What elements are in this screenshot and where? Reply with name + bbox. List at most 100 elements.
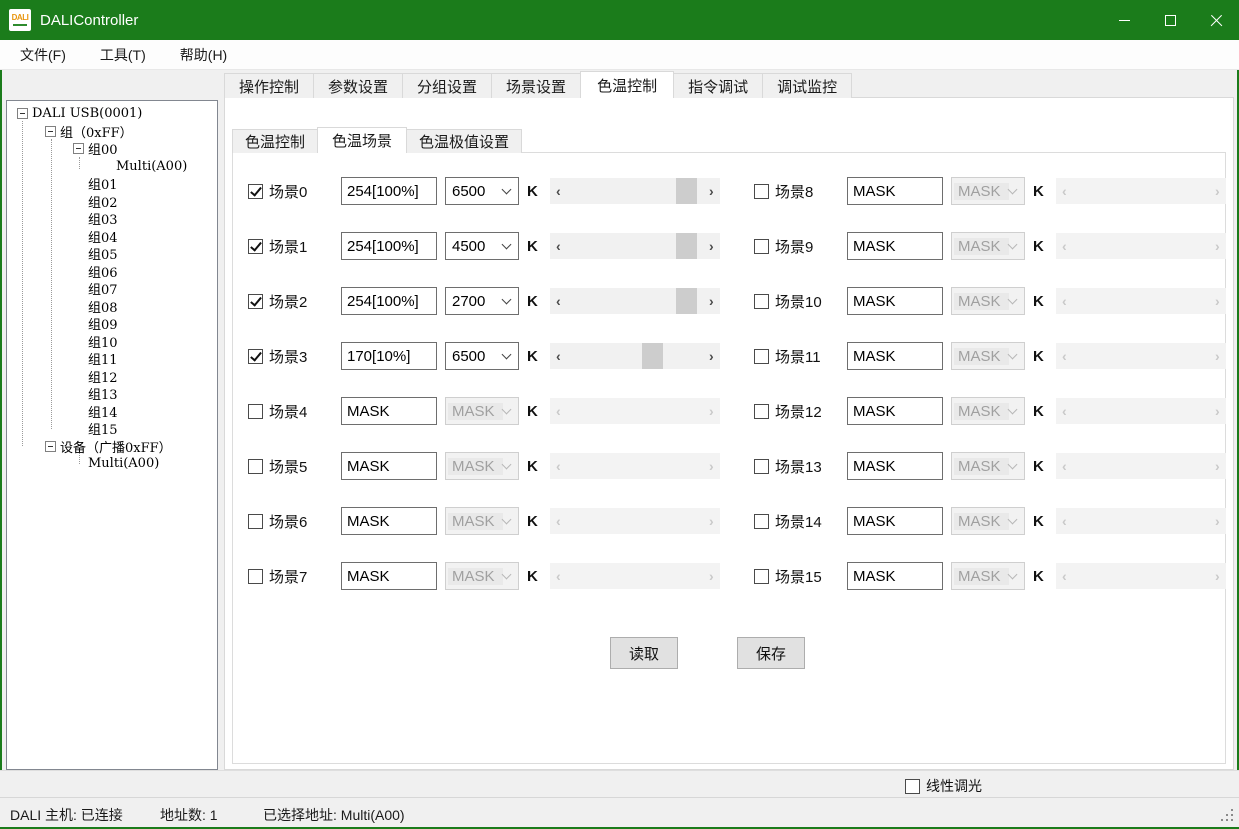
tree-item[interactable]: 设备（广播0xFF） xyxy=(7,438,217,456)
read-button[interactable]: 读取 xyxy=(610,637,678,669)
scene-value-input[interactable] xyxy=(847,232,943,260)
tree-expander-icon[interactable] xyxy=(45,441,56,452)
save-button[interactable]: 保存 xyxy=(737,637,805,669)
scene-temp-dropdown[interactable]: 6500 xyxy=(445,177,519,205)
scene-checkbox[interactable] xyxy=(248,184,263,199)
tree-item[interactable]: 组00 xyxy=(7,140,217,158)
tree-item[interactable]: 组13 xyxy=(7,385,217,403)
scene-checkbox[interactable] xyxy=(754,184,769,199)
scrollbar-right-arrow[interactable]: › xyxy=(703,178,720,204)
tree-expander-icon[interactable] xyxy=(45,126,56,137)
scene-temp-scrollbar[interactable]: ‹ › xyxy=(550,233,720,259)
tab-operation-control[interactable]: 操作控制 xyxy=(224,73,314,98)
scrollbar-left-arrow[interactable]: ‹ xyxy=(550,343,567,369)
scene-checkbox[interactable] xyxy=(248,294,263,309)
scene-value-input[interactable] xyxy=(847,342,943,370)
scene-value-input[interactable] xyxy=(847,452,943,480)
tree-expander-icon[interactable] xyxy=(73,143,84,154)
maximize-button[interactable] xyxy=(1147,0,1193,40)
scene-checkbox[interactable] xyxy=(248,239,263,254)
scene-value-input[interactable] xyxy=(341,342,437,370)
minimize-button[interactable] xyxy=(1101,0,1147,40)
scene-checkbox[interactable] xyxy=(248,349,263,364)
scene-temp-scrollbar[interactable]: ‹ › xyxy=(550,178,720,204)
scene-checkbox[interactable] xyxy=(754,514,769,529)
scrollbar-thumb[interactable] xyxy=(676,233,697,259)
scrollbar-track[interactable] xyxy=(567,288,703,314)
tree-item[interactable]: 组09 xyxy=(7,315,217,333)
tree-expander-icon[interactable] xyxy=(17,108,28,119)
scrollbar-track[interactable] xyxy=(567,178,703,204)
menu-tools[interactable]: 工具(T) xyxy=(86,40,160,70)
tree-item[interactable]: 组12 xyxy=(7,368,217,386)
scene-temp-dropdown[interactable]: 4500 xyxy=(445,232,519,260)
scene-value-input[interactable] xyxy=(341,397,437,425)
scene-temp-scrollbar[interactable]: ‹ › xyxy=(550,288,720,314)
close-button[interactable] xyxy=(1193,0,1239,40)
scene-checkbox[interactable] xyxy=(754,404,769,419)
scene-value-input[interactable] xyxy=(847,177,943,205)
scene-temp-scrollbar[interactable]: ‹ › xyxy=(550,343,720,369)
scene-checkbox[interactable] xyxy=(754,239,769,254)
scene-temp-dropdown[interactable]: 6500 xyxy=(445,342,519,370)
tab-parameter-settings[interactable]: 参数设置 xyxy=(313,73,403,98)
subtab-color-temp-control[interactable]: 色温控制 xyxy=(232,129,318,153)
scrollbar-right-arrow[interactable]: › xyxy=(703,233,720,259)
scene-value-input[interactable] xyxy=(341,562,437,590)
tree-item[interactable]: 组03 xyxy=(7,210,217,228)
subtab-color-temp-limits[interactable]: 色温极值设置 xyxy=(406,129,522,153)
scene-checkbox[interactable] xyxy=(754,569,769,584)
scrollbar-thumb[interactable] xyxy=(676,288,697,314)
scrollbar-right-arrow[interactable]: › xyxy=(703,343,720,369)
tree-item[interactable]: 组11 xyxy=(7,350,217,368)
scene-checkbox[interactable] xyxy=(248,459,263,474)
scene-value-input[interactable] xyxy=(847,507,943,535)
scene-checkbox[interactable] xyxy=(754,459,769,474)
subtab-color-temp-scene[interactable]: 色温场景 xyxy=(317,127,407,153)
tree-item[interactable]: 组04 xyxy=(7,228,217,246)
tab-command-debug[interactable]: 指令调试 xyxy=(673,73,763,98)
tab-debug-monitor[interactable]: 调试监控 xyxy=(762,73,852,98)
tree-item[interactable]: Multi(A00) xyxy=(7,455,217,473)
scrollbar-thumb[interactable] xyxy=(676,178,697,204)
scene-checkbox[interactable] xyxy=(754,294,769,309)
tree-item[interactable]: 组（0xFF） xyxy=(7,123,217,141)
tree-item[interactable]: 组10 xyxy=(7,333,217,351)
tab-color-temp-control[interactable]: 色温控制 xyxy=(580,71,674,98)
tree-item[interactable]: 组01 xyxy=(7,175,217,193)
tree-item[interactable]: 组08 xyxy=(7,298,217,316)
scrollbar-thumb[interactable] xyxy=(642,343,663,369)
tab-grouping-settings[interactable]: 分组设置 xyxy=(402,73,492,98)
scene-checkbox[interactable] xyxy=(248,569,263,584)
scrollbar-track[interactable] xyxy=(567,233,703,259)
scene-temp-dropdown[interactable]: 2700 xyxy=(445,287,519,315)
tab-scene-settings[interactable]: 场景设置 xyxy=(491,73,581,98)
tree-item[interactable]: 组02 xyxy=(7,193,217,211)
scrollbar-left-arrow[interactable]: ‹ xyxy=(550,178,567,204)
tree-item[interactable]: 组06 xyxy=(7,263,217,281)
scene-checkbox[interactable] xyxy=(754,349,769,364)
scene-value-input[interactable] xyxy=(847,562,943,590)
menu-help[interactable]: 帮助(H) xyxy=(166,40,241,70)
tree-item[interactable]: Multi(A00) xyxy=(7,158,217,176)
tree-item[interactable]: DALI USB(0001) xyxy=(7,105,217,123)
scene-value-input[interactable] xyxy=(341,452,437,480)
tree-item[interactable]: 组15 xyxy=(7,420,217,438)
scene-value-input[interactable] xyxy=(341,507,437,535)
scene-value-input[interactable] xyxy=(341,287,437,315)
menu-file[interactable]: 文件(F) xyxy=(6,40,80,70)
resize-grip[interactable] xyxy=(1221,809,1235,823)
scrollbar-left-arrow[interactable]: ‹ xyxy=(550,288,567,314)
scene-value-input[interactable] xyxy=(341,232,437,260)
scene-checkbox[interactable] xyxy=(248,404,263,419)
scene-checkbox[interactable] xyxy=(248,514,263,529)
scene-value-input[interactable] xyxy=(847,397,943,425)
tree-item[interactable]: 组14 xyxy=(7,403,217,421)
tree-item[interactable]: 组07 xyxy=(7,280,217,298)
scrollbar-track[interactable] xyxy=(567,343,703,369)
scrollbar-left-arrow[interactable]: ‹ xyxy=(550,233,567,259)
scene-value-input[interactable] xyxy=(847,287,943,315)
scrollbar-right-arrow[interactable]: › xyxy=(703,288,720,314)
scene-value-input[interactable] xyxy=(341,177,437,205)
tree-item[interactable]: 组05 xyxy=(7,245,217,263)
